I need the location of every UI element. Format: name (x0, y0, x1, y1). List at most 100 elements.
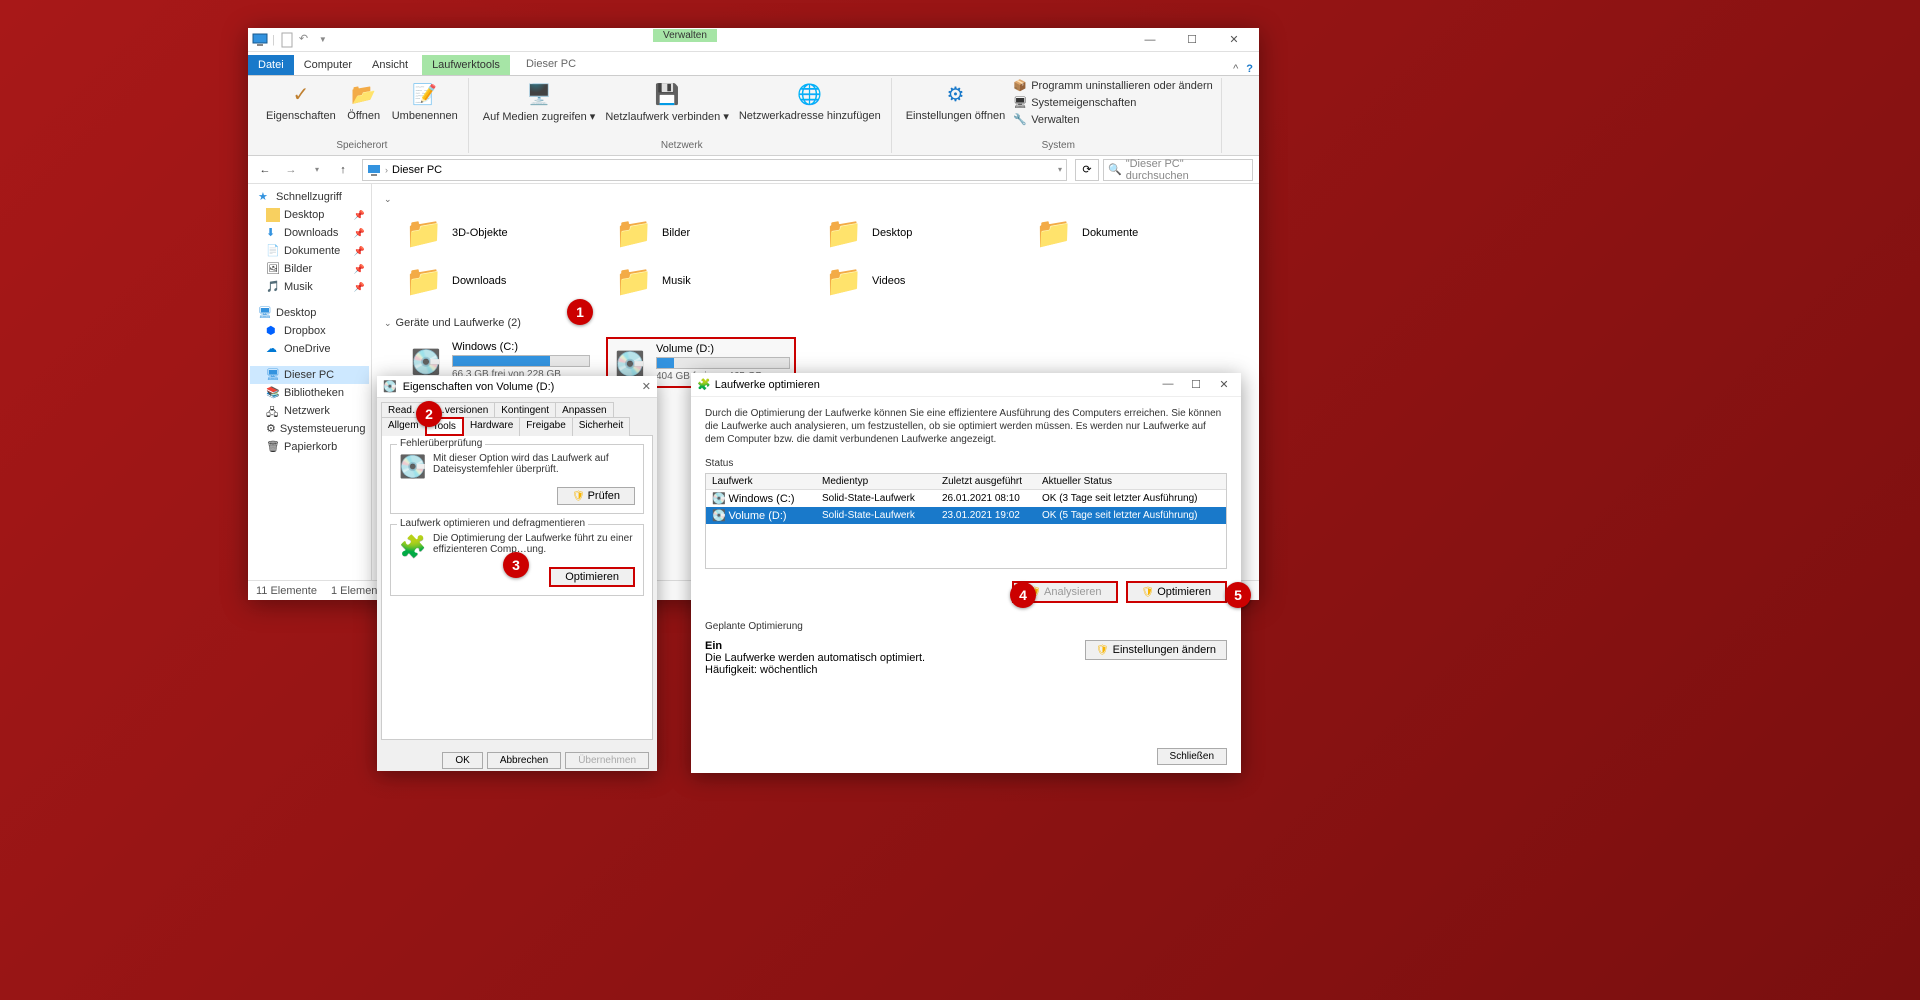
col-last[interactable]: Zuletzt ausgeführt (936, 474, 1036, 489)
libraries-icon: 📚 (266, 386, 280, 400)
tab-quota[interactable]: Kontingent (494, 402, 556, 418)
tab-computer[interactable]: Computer (294, 55, 362, 75)
back-button[interactable]: ← (254, 159, 276, 181)
refresh-button[interactable]: ⟳ (1075, 159, 1099, 181)
package-icon: 📦 (1013, 79, 1027, 93)
media-access-button[interactable]: 🖥️ Auf Medien zugreifen ▾ (479, 78, 600, 140)
tab-view[interactable]: Ansicht (362, 55, 418, 75)
chevron-down-icon: ⌄ (384, 318, 392, 329)
table-row[interactable]: 💽 Volume (D:) Solid-State-Laufwerk 23.01… (706, 507, 1226, 524)
minimize-button[interactable]: — (1129, 29, 1171, 51)
sidebar-item-controlpanel[interactable]: ⚙Systemsteuerung (250, 420, 369, 438)
document-icon[interactable] (279, 32, 295, 48)
sidebar-item-music[interactable]: 🎵Musik📌 (250, 278, 369, 296)
folder-desktop[interactable]: 📁Desktop (824, 213, 994, 253)
col-drive[interactable]: Laufwerk (706, 474, 816, 489)
tab-sharing[interactable]: Freigabe (519, 417, 572, 436)
tab-file[interactable]: Datei (248, 55, 294, 75)
star-icon: ★ (258, 190, 272, 204)
schedule-freq: Häufigkeit: wöchentlich (705, 664, 1085, 676)
network-icon: 🖧 (266, 404, 280, 418)
change-settings-button[interactable]: 🛡Einstellungen ändern (1085, 640, 1227, 660)
section-drives[interactable]: ⌄Geräte und Laufwerke (2) (384, 313, 1247, 333)
sidebar-item-label: Systemsteuerung (280, 423, 366, 435)
folder-downloads[interactable]: 📁Downloads (404, 261, 574, 301)
minimize-button[interactable]: — (1157, 378, 1179, 391)
close-dialog-button[interactable]: Schließen (1157, 748, 1227, 765)
recycle-icon: 🗑 (266, 440, 280, 454)
rename-button[interactable]: 📝 Umbenennen (388, 78, 462, 140)
open-button[interactable]: 📂 Öffnen (342, 78, 386, 140)
folder-documents[interactable]: 📁Dokumente (1034, 213, 1204, 253)
sidebar-item-documents[interactable]: 📄Dokumente📌 (250, 242, 369, 260)
properties-button[interactable]: ✓ Eigenschaften (262, 78, 340, 140)
sidebar-item-thispc[interactable]: 🖥Dieser PC (250, 366, 369, 384)
close-button[interactable]: ✕ (642, 380, 651, 393)
map-drive-button[interactable]: 💾 Netzlaufwerk verbinden ▾ (601, 78, 733, 140)
sidebar-item-recycle[interactable]: 🗑Papierkorb (250, 438, 369, 456)
help-icon[interactable]: ? (1246, 63, 1253, 75)
optimize-button[interactable]: Optimieren (549, 567, 635, 587)
maximize-button[interactable]: ☐ (1171, 29, 1213, 51)
up-button[interactable]: ↑ (332, 159, 354, 181)
sidebar-item-desktop[interactable]: Desktop📌 (250, 206, 369, 224)
check-button[interactable]: 🛡 Prüfen (557, 487, 635, 505)
folder-videos[interactable]: 📁Videos (824, 261, 994, 301)
sidebar-item-label: OneDrive (284, 343, 330, 355)
sidebar-item-libraries[interactable]: 📚Bibliotheken (250, 384, 369, 402)
sidebar-item-onedrive[interactable]: ☁OneDrive (250, 340, 369, 358)
recent-dropdown[interactable]: ▾ (306, 159, 328, 181)
folder-3d-objects[interactable]: 📁3D-Objekte (404, 213, 574, 253)
close-button[interactable]: ✕ (1213, 378, 1235, 391)
sidebar-item-label: Schnellzugriff (276, 191, 342, 203)
map-drive-icon: 💾 (653, 80, 681, 108)
sidebar-item-pictures[interactable]: 🖼Bilder📌 (250, 260, 369, 278)
properties-label: Eigenschaften (266, 110, 336, 122)
annotation-badge-5: 5 (1225, 582, 1251, 608)
cancel-button[interactable]: Abbrechen (487, 752, 561, 769)
search-input[interactable]: 🔍 "Dieser PC" durchsuchen (1103, 159, 1253, 181)
gear-icon: ⚙ (941, 80, 969, 108)
sidebar-quick-access[interactable]: ★ Schnellzugriff (250, 188, 369, 206)
tab-customize[interactable]: Anpassen (555, 402, 613, 418)
qat-dropdown-icon[interactable]: ▼ (319, 35, 327, 44)
apply-button[interactable]: Übernehmen (565, 752, 649, 769)
col-state[interactable]: Aktueller Status (1036, 474, 1226, 489)
undo-icon[interactable]: ↶ (299, 32, 315, 48)
tab-security[interactable]: Sicherheit (572, 417, 630, 436)
sidebar-item-dropbox[interactable]: ⬢Dropbox (250, 322, 369, 340)
ribbon-collapse-icon[interactable]: ^ (1233, 63, 1238, 75)
music-icon: 🎵 (266, 280, 280, 294)
maximize-button[interactable]: ☐ (1185, 378, 1207, 391)
folder-music[interactable]: 📁Musik (614, 261, 784, 301)
sidebar-item-label: Bilder (284, 263, 312, 275)
sysprops-button[interactable]: 🖥Systemeigenschaften (1011, 95, 1215, 111)
table-row[interactable]: 💽 Windows (C:) Solid-State-Laufwerk 26.0… (706, 490, 1226, 507)
breadcrumb-dropdown-icon[interactable]: ▾ (1058, 165, 1062, 174)
sidebar-desktop-root[interactable]: 🖥Desktop (250, 304, 369, 322)
sidebar-item-downloads[interactable]: ⬇Downloads📌 (250, 224, 369, 242)
media-icon: 🖥️ (525, 80, 553, 108)
uninstall-button[interactable]: 📦Programm uninstallieren oder ändern (1011, 78, 1215, 94)
forward-button[interactable]: → (280, 159, 302, 181)
pin-icon: 📌 (354, 228, 365, 239)
section-folders[interactable]: ⌄ (384, 190, 1247, 209)
ribbon-tabs: Datei Computer Ansicht Laufwerktools Die… (248, 52, 1259, 76)
settings-button[interactable]: ⚙ Einstellungen öffnen (902, 78, 1010, 140)
pictures-icon: 🖼 (266, 262, 280, 276)
add-netaddr-button[interactable]: 🌐 Netzwerkadresse hinzufügen (735, 78, 885, 140)
shield-icon: 🛡 (1142, 587, 1155, 598)
sidebar-item-network[interactable]: 🖧Netzwerk (250, 402, 369, 420)
ok-button[interactable]: OK (442, 752, 482, 769)
manage-button[interactable]: 🔧Verwalten (1011, 112, 1215, 128)
folder-pictures[interactable]: 📁Bilder (614, 213, 784, 253)
tab-drivetools[interactable]: Laufwerktools (422, 55, 510, 75)
group-system-label: System (1042, 140, 1075, 153)
pin-icon: 📌 (354, 282, 365, 293)
folder-icon: 📁 (404, 261, 444, 301)
close-button[interactable]: ✕ (1213, 29, 1255, 51)
col-media[interactable]: Medientyp (816, 474, 936, 489)
tab-hardware[interactable]: Hardware (463, 417, 520, 436)
breadcrumb[interactable]: › Dieser PC ▾ (362, 159, 1067, 181)
optimize-action-button[interactable]: 🛡Optimieren (1126, 581, 1228, 603)
